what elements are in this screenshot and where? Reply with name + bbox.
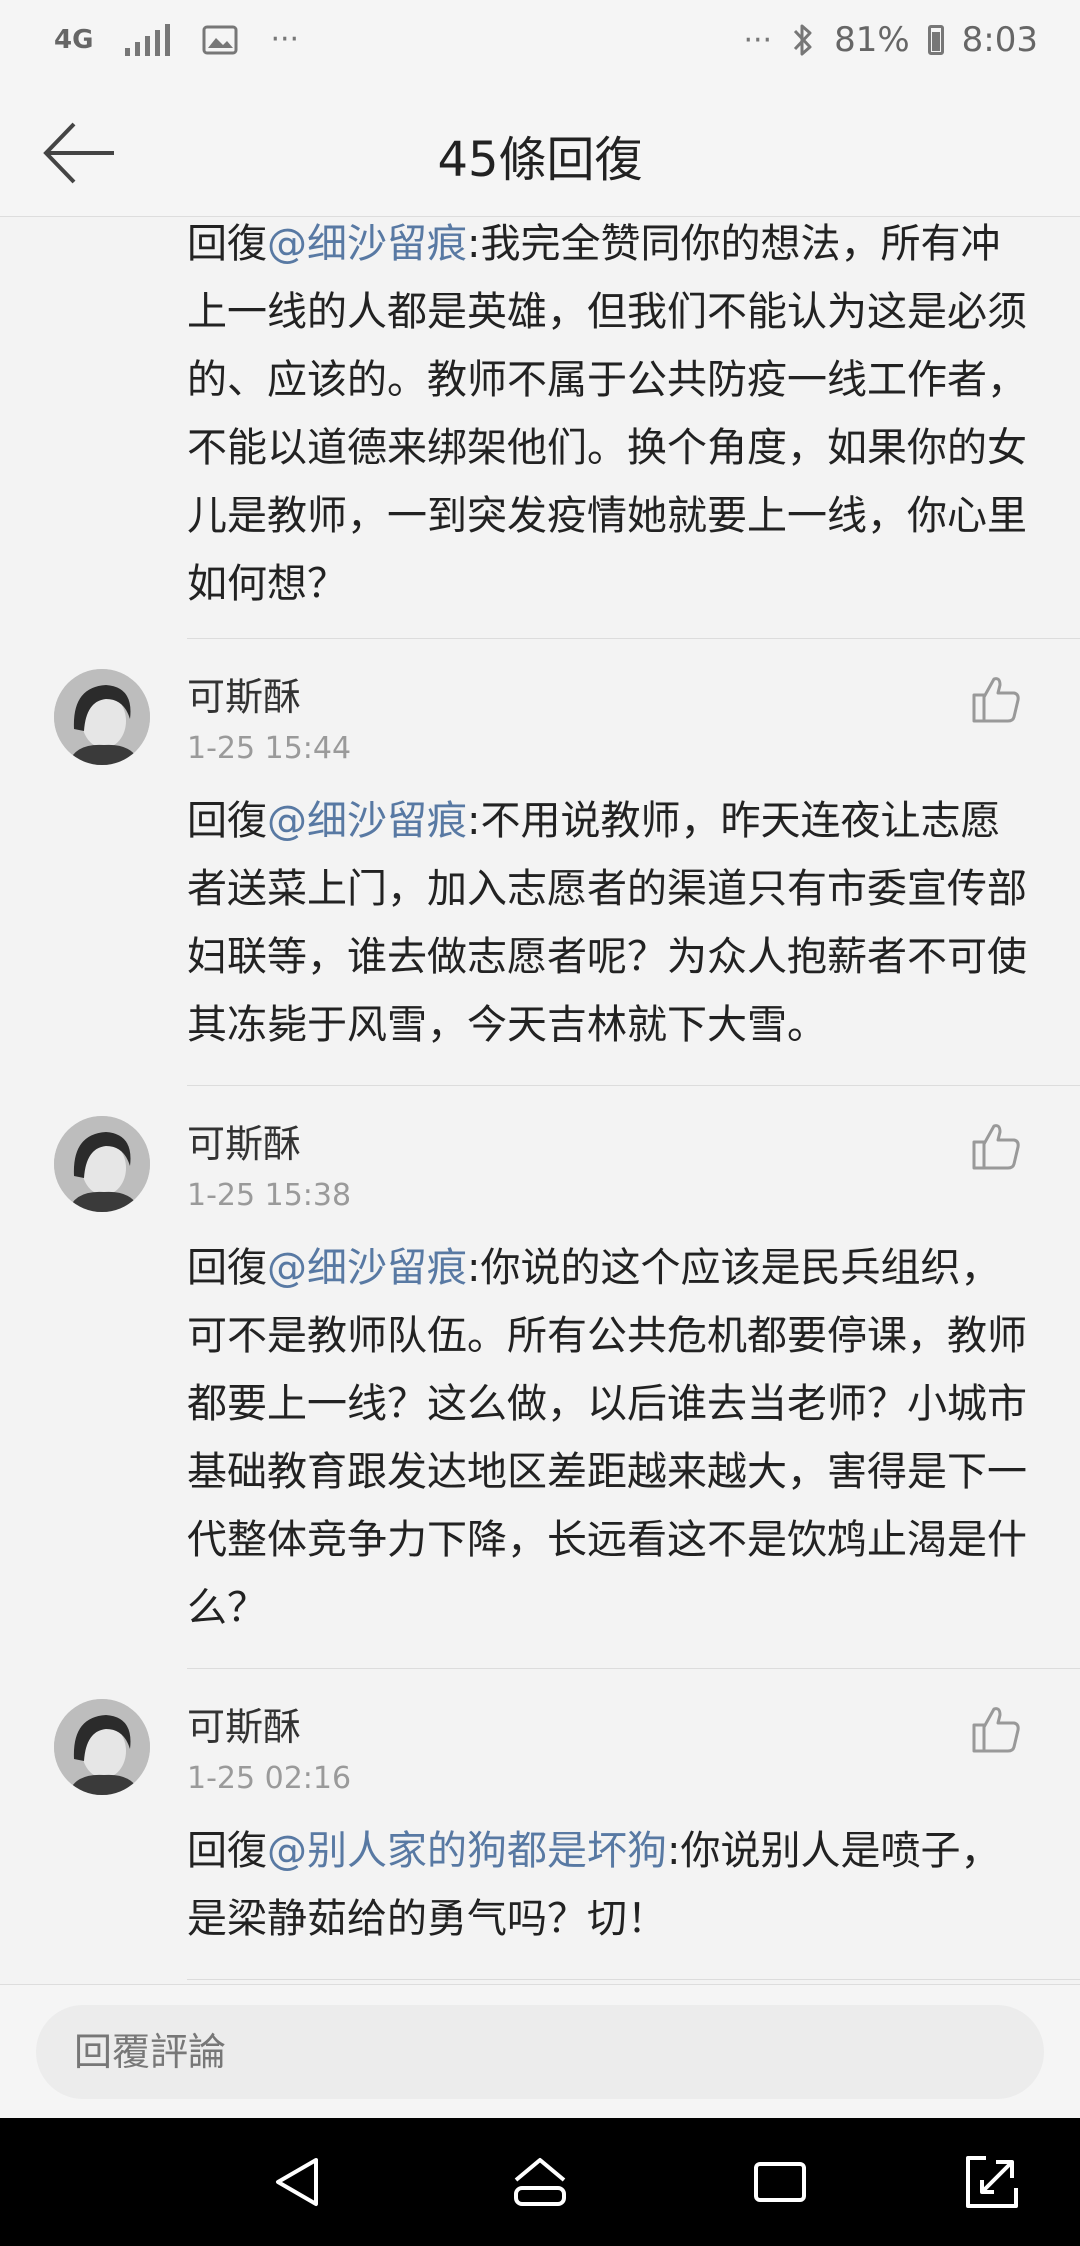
comment-text: 回復@细沙留痕:不用说教师，昨天连夜让志愿者送菜上门，加入志愿者的渠道只有市委宣… [187,787,1037,1059]
reply-prefix: 回復 [187,221,267,267]
image-icon [202,25,238,54]
status-bar: 4G ··· ··· 81% 8:03 [0,0,1080,90]
comment-body: :你说的这个应该是民兵组织，可不是教师队伍。所有公共危机都要停课，教师都要上一线… [187,1245,1027,1631]
network-type-label: 4G [54,24,94,55]
avatar[interactable] [54,1699,150,1795]
comment-body: :我完全赞同你的想法，所有冲上一线的人都是英雄，但我们不能认为这是必须的、应该的… [187,221,1027,607]
rotate-icon [966,2156,1018,2208]
comment-list[interactable]: 回復@细沙留痕:我完全赞同你的想法，所有冲上一线的人都是英雄，但我们不能认为这是… [0,217,1080,1984]
avatar-image [54,1116,150,1212]
avatar[interactable] [54,1116,150,1212]
reply-prefix: 回復 [187,1828,267,1874]
page-title: 45條回復 [437,132,643,188]
reply-prefix: 回復 [187,1245,267,1291]
more-notifications-label: ··· [270,22,300,57]
timestamp: 1-25 02:16 [187,1761,352,1796]
thumbs-up-icon [972,1707,1020,1753]
username[interactable]: 可斯酥 [187,669,1080,725]
comment-text: 回復@细沙留痕:我完全赞同你的想法，所有冲上一线的人都是英雄，但我们不能认为这是… [187,217,1037,618]
nav-home-button[interactable] [508,2150,572,2214]
like-button[interactable] [970,1703,1022,1755]
avatar-image [54,1699,150,1795]
reply-bar: 回覆評論 [0,1984,1080,2119]
back-triangle-icon [276,2158,318,2206]
comment-content: 可斯酥 1-25 02:16 回復@别人家的狗都是坏狗:你说别人是喷子，是梁静茹… [187,1699,1080,1980]
nav-recents-button[interactable] [748,2150,812,2214]
reply-prefix: 回復 [187,798,267,844]
comment-item: 回復@细沙留痕:我完全赞同你的想法，所有冲上一线的人都是英雄，但我们不能认为这是… [0,217,1080,639]
comment-text: 回復@别人家的狗都是坏狗:你说别人是喷子，是梁静茹给的勇气吗？切！ [187,1817,1037,1953]
nav-back-button[interactable] [266,2150,330,2214]
comment-text: 回復@细沙留痕:你说的这个应该是民兵组织，可不是教师队伍。所有公共危机都要停课，… [187,1234,1037,1642]
header: 45條回復 [0,90,1080,217]
username[interactable]: 可斯酥 [187,1116,1080,1172]
comment-item: 可斯酥 1-25 15:44 回復@细沙留痕:不用说教师，昨天连夜让志愿者送菜上… [0,639,1080,1086]
home-icon [514,2158,566,2206]
recents-icon [754,2162,806,2202]
comment-content: 回復@细沙留痕:我完全赞同你的想法，所有冲上一线的人都是英雄，但我们不能认为这是… [187,217,1080,639]
clock: 8:03 [961,20,1038,60]
mention-link[interactable]: @细沙留痕 [267,798,467,844]
screen: 4G ··· ··· 81% 8:03 45條回復 回復@细沙留痕:我完全赞同你… [0,0,1080,2246]
username[interactable]: 可斯酥 [187,1699,1080,1755]
nav-rotate-button[interactable] [960,2150,1024,2214]
battery-percent: 81% [834,20,910,60]
status-left: 4G ··· [54,22,299,57]
like-button[interactable] [970,1120,1022,1172]
avatar[interactable] [54,669,150,765]
timestamp: 1-25 15:44 [187,731,352,766]
thumbs-up-icon [972,1124,1020,1170]
comment-content: 可斯酥 1-25 15:38 回復@细沙留痕:你说的这个应该是民兵组织，可不是教… [187,1116,1080,1669]
reply-input[interactable]: 回覆評論 [36,2005,1044,2099]
system-nav-bar [0,2118,1080,2246]
timestamp: 1-25 15:38 [187,1178,352,1213]
battery-icon [927,25,944,55]
mention-link[interactable]: @细沙留痕 [267,221,467,267]
mention-link[interactable]: @别人家的狗都是坏狗 [267,1828,667,1874]
comment-item: 可斯酥 1-25 02:16 回復@别人家的狗都是坏狗:你说别人是喷子，是梁静茹… [0,1669,1080,1980]
comment-content: 可斯酥 1-25 15:44 回復@细沙留痕:不用说教师，昨天连夜让志愿者送菜上… [187,669,1080,1086]
avatar-image [54,669,150,765]
bluetooth-icon [793,24,812,56]
signal-icon [125,23,171,56]
thumbs-up-icon [972,677,1020,723]
mention-link[interactable]: @细沙留痕 [267,1245,467,1291]
more-status-label: ··· [743,22,773,58]
comment-item: 可斯酥 1-25 15:38 回復@细沙留痕:你说的这个应该是民兵组织，可不是教… [0,1086,1080,1669]
like-button[interactable] [970,673,1022,725]
status-right: ··· 81% 8:03 [743,20,1038,60]
